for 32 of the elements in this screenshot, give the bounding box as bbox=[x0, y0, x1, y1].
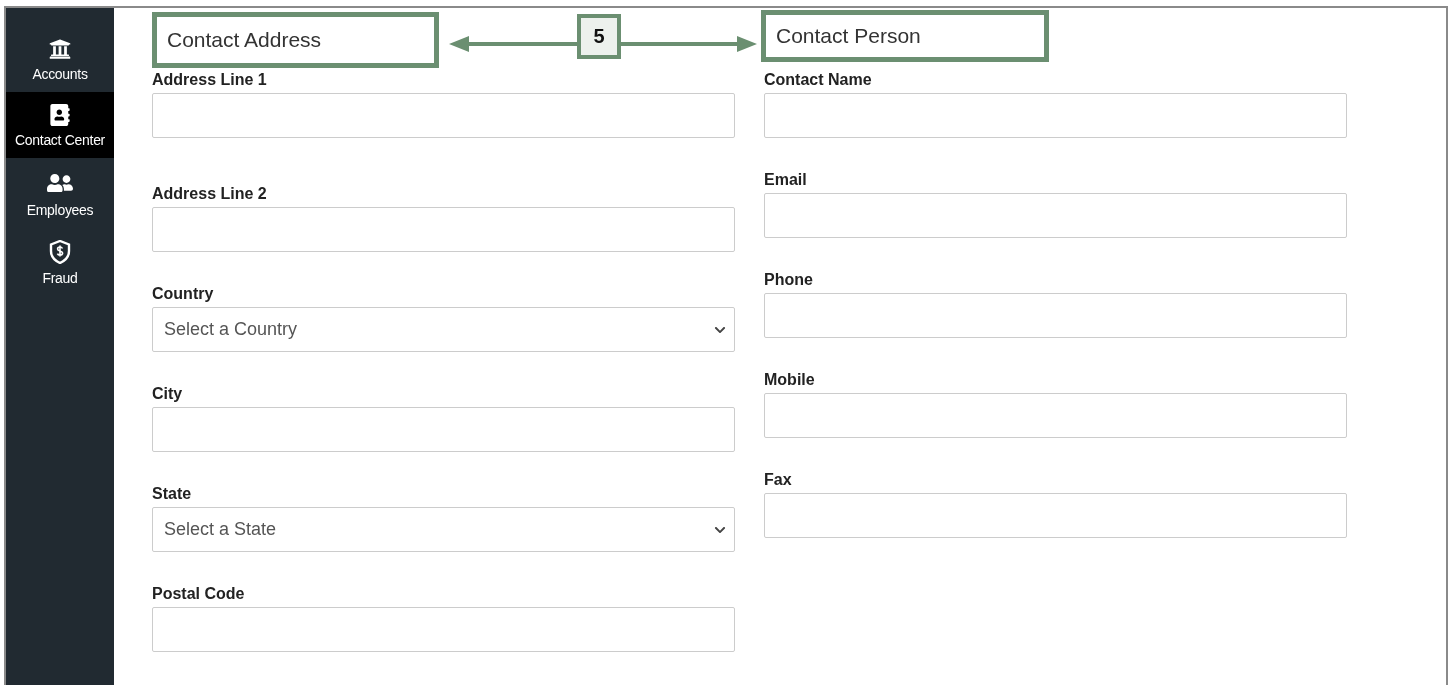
field-label: Phone bbox=[764, 271, 814, 290]
sidebar-item[interactable]: Contact Center bbox=[6, 92, 114, 158]
bank-icon bbox=[49, 38, 71, 60]
field-label: Contact Name bbox=[764, 71, 873, 90]
step-number: 5 bbox=[577, 14, 621, 59]
callout-box: Contact Address bbox=[152, 12, 439, 68]
text-input[interactable] bbox=[152, 93, 735, 138]
shield-dollar-icon bbox=[49, 240, 71, 264]
sidebar-item[interactable]: Employees bbox=[6, 158, 114, 228]
text-input[interactable] bbox=[152, 407, 735, 452]
field-label: Mobile bbox=[764, 371, 816, 390]
sidebar-item[interactable]: Accounts bbox=[6, 26, 114, 92]
field-label: Address Line 2 bbox=[152, 185, 268, 204]
text-input[interactable] bbox=[764, 493, 1347, 538]
field-label: Email bbox=[764, 171, 808, 190]
text-input[interactable] bbox=[764, 393, 1347, 438]
field-label: Fax bbox=[764, 471, 793, 490]
text-input[interactable] bbox=[764, 293, 1347, 338]
field-label: State bbox=[152, 485, 193, 504]
select-dropdown[interactable]: Select a State bbox=[152, 507, 735, 552]
text-input[interactable] bbox=[152, 607, 735, 652]
select-dropdown[interactable]: Select a Country bbox=[152, 307, 735, 352]
field-label: Country bbox=[152, 285, 215, 304]
callout-box: Contact Person bbox=[761, 10, 1049, 62]
field-label: Address Line 1 bbox=[152, 71, 268, 90]
text-input[interactable] bbox=[764, 193, 1347, 238]
field-label: City bbox=[152, 385, 184, 404]
field-label: Postal Code bbox=[152, 585, 246, 604]
text-input[interactable] bbox=[152, 207, 735, 252]
text-input[interactable] bbox=[764, 93, 1347, 138]
sidebar-item[interactable]: Fraud bbox=[6, 228, 114, 296]
address-book-icon bbox=[49, 104, 71, 126]
